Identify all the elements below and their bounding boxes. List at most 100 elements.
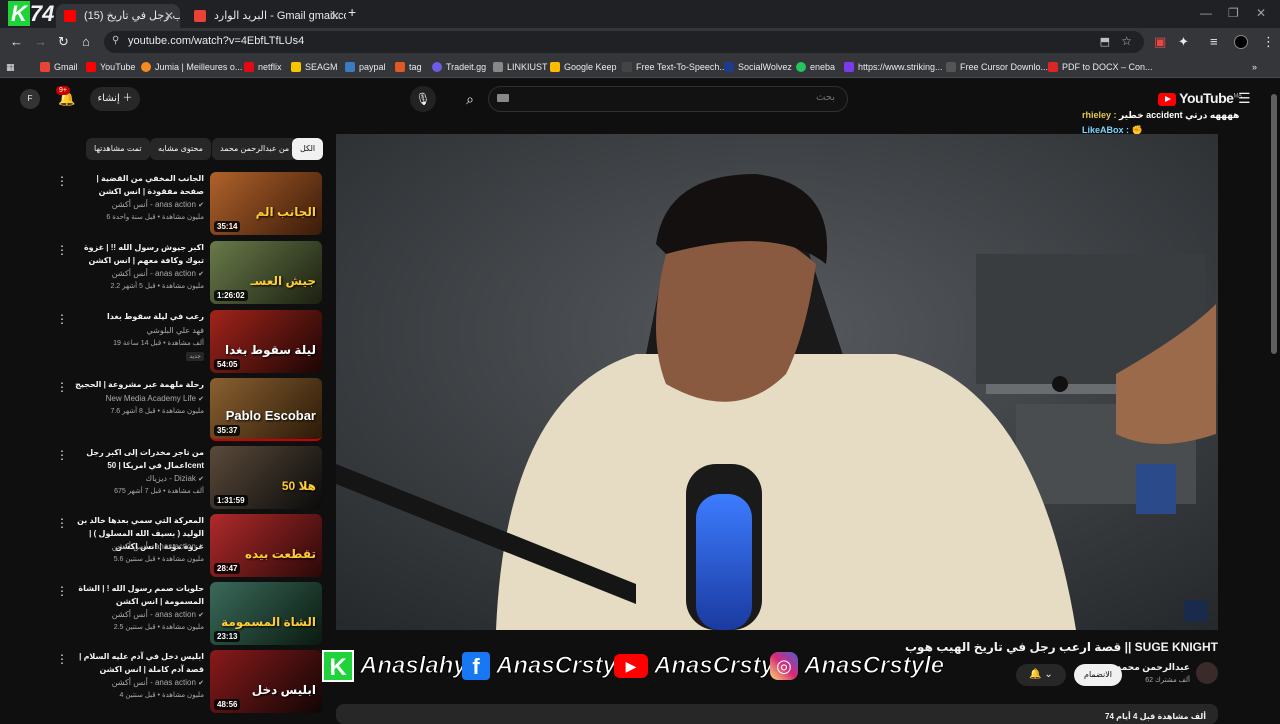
bookmark-striking[interactable]: https://www.striking... [844,59,943,75]
back-icon[interactable]: ← [10,34,23,49]
list-item[interactable]: ⋮ اكبر جيوش رسول الله !! | غزوة تبوك وكا… [56,241,322,305]
bookmark-text-to-speech[interactable]: Free Text-To-Speech... [622,59,727,75]
close-window-icon[interactable]: ✕ [1256,6,1266,20]
channel-name[interactable]: أنس أكشن - anas action ✔ [112,610,204,619]
video-title[interactable]: اكبر جيوش رسول الله !! | غزوة تبوك وكافة… [72,241,204,267]
create-button[interactable]: إنشاء ＋ [90,87,140,111]
bookmark-linkiust[interactable]: LINKIUST [493,59,548,75]
page-scrollbar[interactable] [1270,80,1278,720]
bookmark-youtube[interactable]: YouTube [86,59,135,75]
extension-icon[interactable]: ▣ [1154,34,1166,50]
bookmark-star-icon[interactable]: ☆ [1121,34,1132,48]
extensions-puzzle-icon[interactable]: ✦ [1178,34,1189,50]
bookmark-netflix[interactable]: netflix [244,59,282,75]
list-item[interactable]: ⋮ من تاجر مخدرات إلى اكبر رجل اعمال في ا… [56,446,322,510]
more-options-icon[interactable]: ⋮ [56,312,68,326]
bookmark-socialwolvez[interactable]: SocialWolvez [724,59,792,75]
site-info-icon[interactable]: ⚲ [112,35,119,46]
reload-icon[interactable]: ↻ [58,34,69,50]
close-icon[interactable]: ✕ [164,4,174,28]
subscribed-button[interactable]: 🔔 ⌄ [1016,664,1066,686]
channel-name[interactable]: ديزياك - Diziak ✔ [146,474,204,483]
list-item[interactable]: ⋮ المعركة التي سمي بعدها خالد بن الوليد … [56,514,322,578]
keyboard-icon[interactable] [497,94,509,102]
youtube-logo[interactable]: YouTubeMA [1158,90,1242,106]
channel-name[interactable]: New Media Academy Life ✔ [106,394,204,403]
description-box[interactable]: 74 ألف مشاهدة قبل 4 أيام [336,704,1218,724]
thumbnail[interactable]: 50 هلا 1:31:59 [210,446,322,509]
chip-watched[interactable]: تمت مشاهدتها [86,138,150,160]
home-icon[interactable]: ⌂ [82,34,90,49]
video-title[interactable]: رعب في ليلة سقوط بغدا [72,310,204,323]
bookmark-gmail[interactable]: Gmail [40,59,78,75]
channel-name[interactable]: أنس أكشن - anas action ✔ [112,200,204,209]
url-bar[interactable]: ⚲ youtube.com/watch?v=4EbfLTfLUs4 ⬒ ☆ [104,31,1144,53]
channel-name[interactable]: عبدالرحمن محمد [1117,662,1191,673]
bookmark-eneba[interactable]: eneba [796,59,835,75]
thumbnail[interactable]: تقطعت بيده 28:47 [210,514,322,577]
more-options-icon[interactable]: ⋮ [56,448,68,462]
reading-list-icon[interactable]: ≡ [1210,34,1218,49]
channel-name[interactable]: أنس أكشن - anas action ✔ [112,678,204,687]
list-item[interactable]: ⋮ حلويات صمم رسول الله ! | الشاة المسموم… [56,582,322,646]
channel-name[interactable]: أنس أكشن - anas action ✔ [112,542,204,551]
bookmark-free-cursor[interactable]: Free Cursor Downlo... [946,59,1048,75]
search-input[interactable]: بحث [488,86,848,112]
list-item[interactable]: ⋮ رعب في ليلة سقوط بغدا فهد علي البلوشي … [56,310,322,374]
bookmarks-overflow-icon[interactable]: » [1252,59,1257,75]
video-stats: 6 مليون مشاهدة • قبل سنة واحدة [106,214,204,221]
video-title[interactable]: من تاجر مخدرات إلى اكبر رجل اعمال في امر… [72,446,204,472]
thumbnail[interactable]: ابليس دخل 48:56 [210,650,322,713]
thumbnail[interactable]: Pablo Escobar 35:37 [210,378,322,441]
channel-name[interactable]: أنس أكشن - anas action ✔ [112,269,204,278]
notifications-bell-icon[interactable]: 🔔 9+ [56,86,75,107]
hamburger-menu-icon[interactable]: ☰ [1238,90,1251,107]
voice-search-mic-icon[interactable]: 🎙 [410,86,436,112]
more-options-icon[interactable]: ⋮ [56,516,68,530]
thumbnail[interactable]: الشاة المسمومة 23:13 [210,582,322,645]
video-title[interactable]: حلويات صمم رسول الله ! | الشاة المسمومة … [72,582,204,608]
more-options-icon[interactable]: ⋮ [56,652,68,666]
tab-youtube-video[interactable]: (15) قصة ارعب رجل في تاريخ ✕ [56,4,180,28]
profile-icon[interactable] [1234,35,1248,49]
scrollbar-thumb[interactable] [1271,94,1277,354]
list-item[interactable]: ⋮ رحلة ملهمة عبر مشروعة | الحجيج New Med… [56,378,322,442]
search-icon[interactable]: ⌕ [452,86,488,112]
forward-icon[interactable]: → [34,34,47,49]
bookmark-seagm[interactable]: SEAGM [291,59,338,75]
channel-name[interactable]: فهد علي البلوشي [147,326,204,335]
more-menu-icon[interactable]: ⋮ [1262,34,1275,50]
channel-avatar[interactable] [1196,662,1218,684]
avatar[interactable]: F [20,89,40,109]
more-options-icon[interactable]: ⋮ [56,243,68,257]
more-options-icon[interactable]: ⋮ [56,584,68,598]
apps-grid-icon[interactable]: ▦ [6,59,15,75]
list-item[interactable]: ⋮ الجانب المخفي من القضية | صفحة مفقودة … [56,172,322,236]
video-player[interactable] [336,134,1218,630]
bookmark-pdf-to-docx[interactable]: PDF to DOCX – Con... [1048,59,1153,75]
thumbnail[interactable]: جيش العسـ 1:26:02 [210,241,322,304]
list-item[interactable]: ⋮ ابليس دخل في آدم عليه السلام | قصة آدم… [56,650,322,714]
bookmark-paypal[interactable]: paypal [345,59,386,75]
join-button[interactable]: الانضمام [1074,664,1122,686]
video-title[interactable]: ابليس دخل في آدم عليه السلام | قصة آدم ك… [72,650,204,676]
more-options-icon[interactable]: ⋮ [56,174,68,188]
thumbnail[interactable]: الجانب الم 35:14 [210,172,322,235]
video-title[interactable]: رحلة ملهمة عبر مشروعة | الحجيج [72,378,204,391]
bookmark-jumia[interactable]: Jumia | Meilleures o... [141,59,242,75]
new-tab-button[interactable]: + [348,4,356,20]
more-options-icon[interactable]: ⋮ [56,380,68,394]
bookmark-tradeit[interactable]: Tradeit.gg [432,59,486,75]
thumbnail[interactable]: ليلة سقوط بغدا 54:05 [210,310,322,373]
tab-gmail[interactable]: البريد الوارد - Gmail gmail.com ✕ [186,4,346,28]
chip-related[interactable]: محتوى مشابه [150,138,211,160]
close-icon[interactable]: ✕ [330,4,340,28]
bookmark-google-keep[interactable]: Google Keep [550,59,617,75]
video-title[interactable]: الجانب المخفي من القضية | صفحة مفقودة | … [72,172,205,198]
chip-all[interactable]: الكل [292,138,324,160]
chip-from-channel[interactable]: من عبدالرحمن محمد [212,138,298,160]
install-icon[interactable]: ⬒ [1100,35,1110,48]
minimize-icon[interactable]: — [1200,6,1212,20]
bookmark-tag[interactable]: tag [395,59,422,75]
maximize-icon[interactable]: ❐ [1228,6,1239,20]
